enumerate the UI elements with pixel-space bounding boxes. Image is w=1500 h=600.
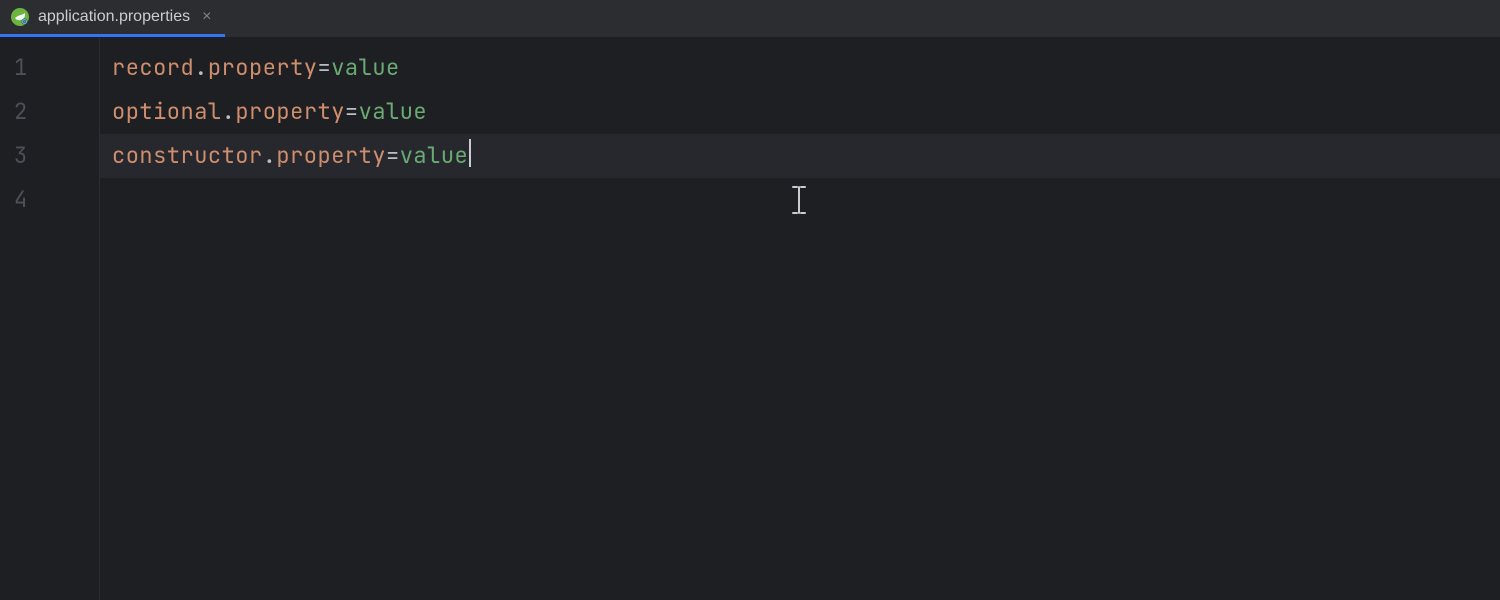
editor: 1 2 3 4 record.property=value optional.p… [0,38,1500,600]
tab-close-icon[interactable]: × [198,9,211,25]
property-key: property [276,141,386,170]
property-key: constructor [112,141,263,170]
tab-bar: application.properties × [0,0,1500,38]
code-area[interactable]: record.property=value optional.property=… [100,38,1500,600]
code-line[interactable]: record.property=value [100,46,1500,90]
text-caret [469,139,471,167]
property-key: optional [112,97,222,126]
line-number: 3 [0,134,99,178]
spring-file-icon [10,7,30,27]
property-key: record [112,53,194,82]
gutter: 1 2 3 4 [0,38,100,600]
dot: . [194,53,208,82]
tab-filename: application.properties [38,8,190,26]
equals: = [318,53,332,82]
code-line[interactable]: constructor.property=value [100,134,1500,178]
line-number: 1 [0,46,99,90]
code-line[interactable] [100,178,1500,222]
dot: . [222,97,236,126]
property-value: value [400,141,469,170]
property-key: property [235,97,345,126]
property-value: value [359,97,428,126]
dot: . [263,141,277,170]
file-tab[interactable]: application.properties × [0,0,225,37]
equals: = [345,97,359,126]
code-line[interactable]: optional.property=value [100,90,1500,134]
property-key: property [208,53,318,82]
line-number: 2 [0,90,99,134]
line-number: 4 [0,178,99,222]
property-value: value [331,53,400,82]
equals: = [386,141,400,170]
